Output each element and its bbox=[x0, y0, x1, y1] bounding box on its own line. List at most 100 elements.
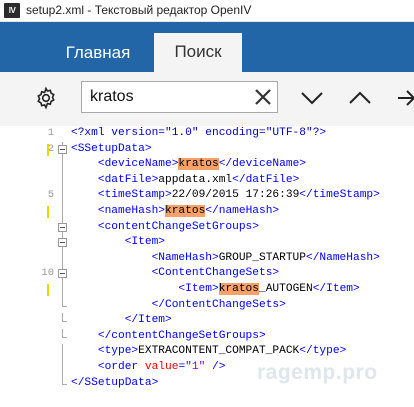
fold-guide bbox=[62, 360, 63, 376]
code-token: <ContentChangeSets> bbox=[71, 267, 280, 280]
fold-guide bbox=[62, 188, 63, 204]
gutter-line bbox=[0, 297, 70, 314]
code-line: </ContentChangeSets> bbox=[71, 298, 286, 314]
ribbon: Главная Поиск bbox=[0, 22, 414, 126]
search-input[interactable] bbox=[90, 86, 250, 108]
tab-search[interactable]: Поиск bbox=[154, 33, 242, 72]
code-token: /> bbox=[205, 361, 226, 373]
gutter-line: 5 bbox=[0, 188, 70, 204]
code-line: </contentChangeSetGroups> bbox=[71, 329, 266, 345]
change-marker bbox=[47, 206, 49, 218]
close-icon[interactable] bbox=[253, 87, 273, 107]
fold-guide bbox=[62, 172, 63, 189]
code-line: </Item> bbox=[71, 313, 172, 329]
line-number: 5 bbox=[47, 189, 54, 202]
fold-guide bbox=[62, 157, 63, 173]
gutter-line: 10 bbox=[0, 266, 70, 282]
code-token: 22/09/2015 17:26:39 bbox=[171, 189, 300, 202]
search-match: kratos bbox=[218, 283, 259, 295]
code-token: "1" bbox=[185, 361, 206, 373]
code-token: </Item> bbox=[312, 283, 360, 295]
fold-guide bbox=[62, 250, 63, 267]
gutter-line bbox=[0, 172, 70, 189]
change-marker bbox=[47, 284, 49, 296]
fold-toggle-icon[interactable] bbox=[58, 144, 67, 154]
code-token: </type> bbox=[299, 345, 347, 358]
gutter-line bbox=[0, 204, 70, 220]
code-token: <order bbox=[71, 361, 145, 373]
code-line: <?xml version="1.0" encoding="UTF-8"?> bbox=[71, 126, 326, 142]
code-token: </deviceName> bbox=[218, 158, 306, 171]
fold-guide bbox=[62, 313, 63, 322]
fold-toggle-icon[interactable] bbox=[58, 222, 67, 232]
window-title: setup2.xml - Текстовый редактор OpenIV bbox=[26, 3, 252, 17]
code-line: <nameHash>kratos</nameHash> bbox=[71, 204, 279, 220]
gutter-line bbox=[0, 328, 70, 345]
code-token: appdata.xml bbox=[158, 173, 233, 186]
code-token: _AUTOGEN bbox=[259, 283, 313, 295]
code-token: EXTRACONTENT_COMPAT_PACK bbox=[138, 345, 300, 358]
chevron-up-icon[interactable] bbox=[346, 84, 374, 112]
fold-end-marker bbox=[62, 321, 67, 323]
gutter-line bbox=[0, 360, 70, 376]
code-token: <datFile> bbox=[71, 173, 159, 186]
fold-end-marker bbox=[62, 383, 67, 385]
code-line: </SSetupData> bbox=[71, 376, 158, 392]
title-bar: lV setup2.xml - Текстовый редактор OpenI… bbox=[0, 0, 414, 22]
code-token: </NameHash> bbox=[305, 251, 380, 264]
arrow-right-icon[interactable] bbox=[396, 84, 414, 112]
gutter-line bbox=[0, 313, 70, 329]
code-token: GROUP_STARTUP bbox=[218, 251, 306, 264]
code-token: <Item> bbox=[71, 236, 165, 249]
search-match: kratos bbox=[165, 205, 206, 217]
gutter-line bbox=[0, 235, 70, 251]
fold-guide bbox=[62, 328, 63, 337]
fold-toggle-icon[interactable] bbox=[58, 238, 67, 248]
code-token: <contentChangeSetGroups> bbox=[71, 220, 259, 233]
fold-guide bbox=[62, 344, 63, 360]
code-token: <timeStamp> bbox=[71, 189, 172, 202]
code-token: </SSetupData> bbox=[71, 376, 159, 389]
line-number: 10 bbox=[41, 267, 54, 280]
gutter-line: 2 bbox=[0, 141, 70, 158]
code-token: <Item> bbox=[71, 283, 219, 295]
code-line: <Item>kratos_AUTOGEN</Item> bbox=[71, 282, 360, 298]
fold-toggle-icon[interactable] bbox=[58, 269, 67, 279]
gear-icon[interactable] bbox=[34, 86, 58, 110]
code-line: <order value="1" /> bbox=[71, 360, 226, 376]
code-line: <contentChangeSetGroups> bbox=[71, 220, 259, 236]
code-line: <timeStamp>22/09/2015 17:26:39</timeStam… bbox=[71, 188, 380, 204]
line-number: 1 bbox=[47, 127, 54, 139]
code-token: </nameHash> bbox=[205, 205, 280, 217]
code-line: <deviceName>kratos</deviceName> bbox=[71, 157, 306, 173]
code-token: <NameHash> bbox=[71, 251, 219, 264]
code-token: </ContentChangeSets> bbox=[71, 298, 286, 311]
code-line: <SSetupData> bbox=[71, 142, 152, 158]
code-line: <NameHash>GROUP_STARTUP</NameHash> bbox=[71, 251, 380, 267]
search-match: kratos bbox=[178, 158, 219, 171]
code-token: </contentChangeSetGroups> bbox=[71, 329, 266, 342]
fold-end-marker bbox=[62, 336, 67, 338]
change-marker bbox=[47, 143, 49, 156]
code-token: <nameHash> bbox=[71, 205, 165, 217]
code-token: </Item> bbox=[71, 314, 172, 327]
fold-end-marker bbox=[62, 305, 67, 307]
fold-guide bbox=[62, 375, 63, 384]
code-token: <SSetupData> bbox=[71, 142, 152, 155]
code-token: <type> bbox=[71, 345, 139, 358]
code-token: </datFile> bbox=[232, 173, 300, 186]
app-icon: lV bbox=[4, 3, 20, 18]
code-line: <ContentChangeSets> bbox=[71, 266, 280, 282]
fold-guide bbox=[62, 282, 63, 298]
gutter-line: 1 bbox=[0, 126, 70, 142]
fold-guide bbox=[62, 204, 63, 220]
code-line: <Item> bbox=[71, 235, 165, 251]
search-toolbar bbox=[0, 72, 414, 126]
watermark: ragemp.pro bbox=[257, 361, 378, 384]
code-token: <deviceName> bbox=[71, 158, 179, 171]
gutter-line bbox=[0, 219, 70, 236]
chevron-down-icon[interactable] bbox=[298, 84, 326, 112]
code-token: <?xml version="1.0" encoding="UTF-8"?> bbox=[71, 127, 327, 139]
code-line: <type>EXTRACONTENT_COMPAT_PACK</type> bbox=[71, 344, 346, 360]
code-token: </timeStamp> bbox=[299, 189, 380, 202]
